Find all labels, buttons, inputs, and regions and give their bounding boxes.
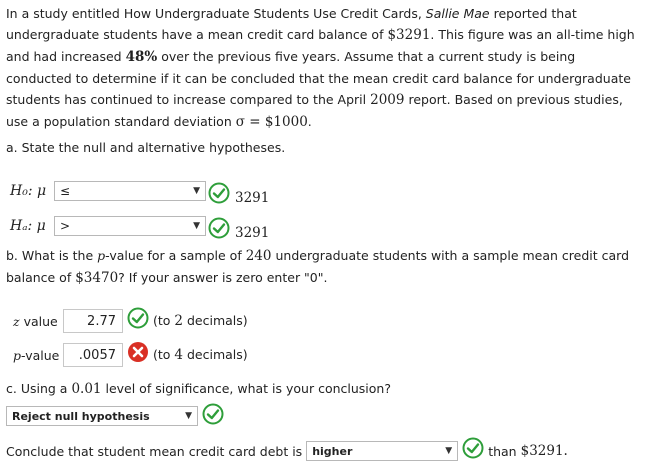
h0-value: 3291 xyxy=(235,190,270,206)
h0-operator-select[interactable]: ≤ ▼ xyxy=(54,181,206,201)
ha-operator-select[interactable]: > ▼ xyxy=(54,216,206,236)
conclusion-amount: $3291. xyxy=(520,443,568,459)
conclusion-prefix: Conclude that student mean credit card d… xyxy=(6,443,303,459)
z-value-input[interactable]: 2.77 xyxy=(63,309,123,333)
ha-value: 3291 xyxy=(235,225,270,241)
z-value-row: z value 2.77 (to 2 decimals) xyxy=(13,307,248,333)
decision-value: Reject null hypothesis xyxy=(12,409,150,423)
conclusion-value: higher xyxy=(312,444,353,458)
chevron-down-icon: ▼ xyxy=(193,221,200,231)
ha-row: Hₐ: μ > ▼ 3291 xyxy=(10,211,269,241)
chevron-down-icon: ▼ xyxy=(193,186,200,196)
part-a-prompt: a. State the null and alternative hypoth… xyxy=(6,140,286,155)
checkmark-icon xyxy=(127,307,149,329)
checkmark-icon xyxy=(462,437,484,459)
checkmark-icon xyxy=(208,217,230,239)
decision-row: Reject null hypothesis ▼ xyxy=(6,403,224,426)
p-value-hint: (to 4 decimals) xyxy=(153,347,248,363)
z-value-hint: (to 2 decimals) xyxy=(153,313,248,329)
conclusion-row: Conclude that student mean credit card d… xyxy=(6,437,568,461)
h0-row: H₀: μ ≤ ▼ 3291 xyxy=(10,176,269,206)
z-value-label: z value xyxy=(13,313,58,329)
decision-select[interactable]: Reject null hypothesis ▼ xyxy=(6,406,198,426)
p-value-row: p-value .0057 (to 4 decimals) xyxy=(13,342,248,367)
part-b-prompt: b. What is the p-value for a sample of 2… xyxy=(6,248,630,286)
problem-statement: In a study entitled How Undergraduate St… xyxy=(6,6,635,130)
p-value-label: p-value xyxy=(13,347,60,363)
h0-label: H₀: μ xyxy=(10,183,47,199)
ha-label: Hₐ: μ xyxy=(10,218,46,234)
checkmark-icon xyxy=(208,182,230,204)
p-value-input[interactable]: .0057 xyxy=(63,343,123,367)
ha-operator-value: > xyxy=(60,219,71,233)
error-x-icon xyxy=(128,342,148,362)
conclusion-select[interactable]: higher ▼ xyxy=(306,441,459,461)
chevron-down-icon: ▼ xyxy=(445,446,453,456)
chevron-down-icon: ▼ xyxy=(185,411,192,421)
part-c-prompt: c. Using a 0.01 level of significance, w… xyxy=(6,381,391,397)
conclusion-suffix: than xyxy=(488,443,517,459)
checkmark-icon xyxy=(202,403,224,425)
h0-operator-value: ≤ xyxy=(60,184,71,198)
